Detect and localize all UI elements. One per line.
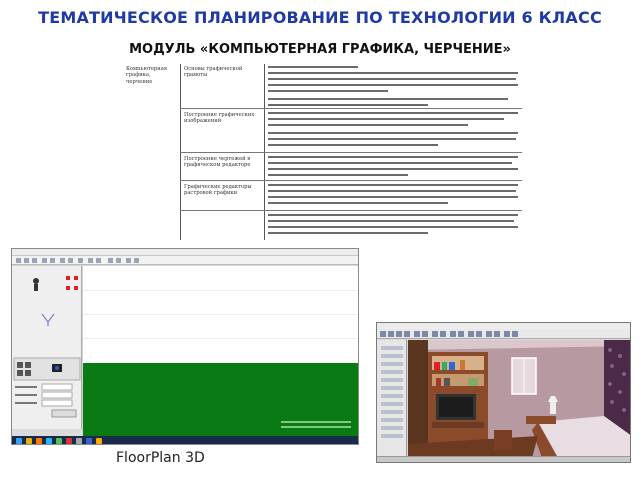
properties-panel [12,266,82,436]
ground-area [83,363,358,436]
drawing-canvas [83,266,358,363]
table-topic-4: Графические редакторы растровой графики [184,184,252,197]
table-topic-1: Основы графической грамоты [184,66,243,79]
status-bar [377,456,630,462]
table-description-lines [268,66,518,234]
planning-table-scan: Компьютерная графика, черчение Основы гр… [124,64,522,240]
status-tooltip [281,418,351,432]
taskbar [12,436,358,444]
toolbar-icons [377,329,630,339]
3d-room-view [408,340,630,458]
panel-contents [12,276,82,436]
toolbar-icons [12,256,358,265]
window-icon [511,357,537,395]
camera-icon [52,364,62,372]
person-icon [33,278,39,291]
table-topic-2: Построение графических изображений [184,112,255,125]
room-render [408,340,630,458]
floorplan-3d-screenshot [376,322,631,463]
table-topic-3: Построение чертежей в графическом редакт… [184,156,251,169]
menu-bar [12,249,358,264]
editor-screenshot [11,248,359,445]
screenshot-caption: FloorPlan 3D [116,450,205,466]
tools-sidebar [377,340,407,458]
page-subtitle: МОДУЛЬ «КОМПЬЮТЕРНАЯ ГРАФИКА, ЧЕРЧЕНИЕ» [129,42,511,57]
page-title: ТЕМАТИЧЕСКОЕ ПЛАНИРОВАНИЕ ПО ТЕХНОЛОГИИ … [38,8,602,27]
table-section-label: Компьютерная графика, черчение [126,66,168,85]
